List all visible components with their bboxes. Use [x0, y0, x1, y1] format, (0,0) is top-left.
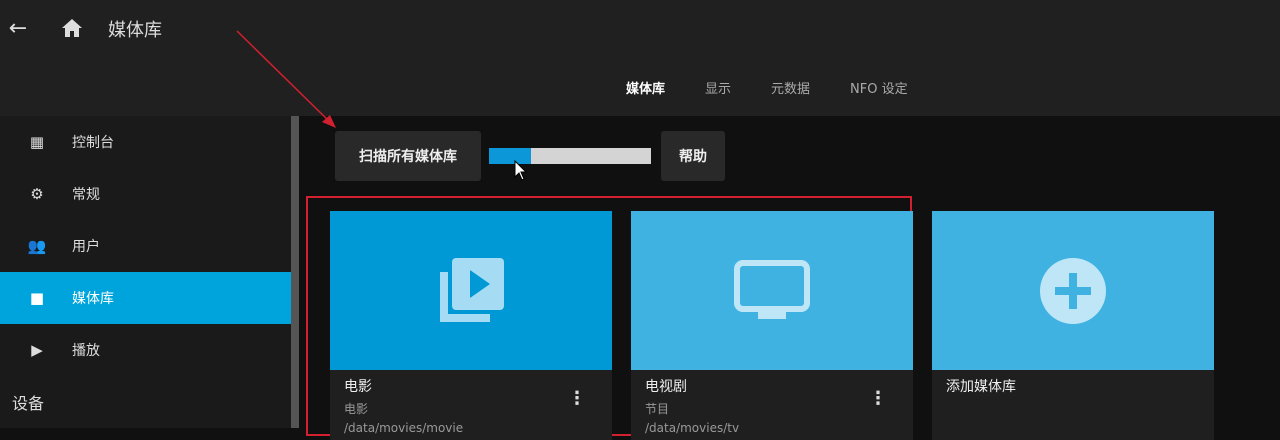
- add-library-label: 添加媒体库: [946, 379, 1016, 395]
- home-button[interactable]: [58, 14, 86, 42]
- tab-bar: 媒体库 显示 元数据 NFO 设定: [626, 78, 908, 97]
- sidebar-item-label: 常规: [72, 187, 100, 203]
- library-path: /data/movies/tv: [645, 421, 740, 435]
- sidebar-item-label: 控制台: [72, 135, 114, 151]
- more-vert-icon[interactable]: ⋮: [568, 390, 586, 408]
- library-card-body: 添加媒体库: [932, 370, 1214, 440]
- library-path: /data/movies/movie: [344, 421, 464, 435]
- tab-library[interactable]: 媒体库: [626, 78, 665, 97]
- sidebar-item-label: 播放: [72, 343, 100, 359]
- more-vert-icon[interactable]: ⋮: [869, 390, 887, 408]
- sidebar-item-label: 媒体库: [72, 291, 114, 307]
- library-card-body: 电影 电影 /data/movies/movie ⋮: [330, 370, 612, 440]
- sidebar-section-devices: 设备: [12, 394, 45, 413]
- sidebar-item-dashboard[interactable]: ▦ 控制台: [0, 116, 291, 168]
- library-card-image[interactable]: [631, 211, 913, 370]
- library-card-movies[interactable]: 电影 电影 /data/movies/movie ⋮: [330, 211, 612, 440]
- header: ← 媒体库 媒体库 显示 元数据 NFO 设定: [0, 0, 1280, 116]
- sidebar: ▦ 控制台 ⚙ 常规 👥 用户 ■ 媒体库 ▶ 播放 设备: [0, 116, 291, 428]
- tab-nfo[interactable]: NFO 设定: [850, 78, 908, 97]
- add-library-image[interactable]: [932, 211, 1214, 370]
- gear-icon: ⚙: [30, 185, 44, 203]
- sidebar-item-playback[interactable]: ▶ 播放: [0, 324, 291, 376]
- sidebar-scrollbar[interactable]: [291, 116, 299, 428]
- back-button[interactable]: ←: [4, 14, 32, 42]
- home-icon: [62, 19, 82, 37]
- tab-metadata[interactable]: 元数据: [771, 78, 810, 97]
- users-icon: 👥: [27, 237, 47, 255]
- library-card-tv[interactable]: 电视剧 节目 /data/movies/tv ⋮: [631, 211, 913, 440]
- sidebar-item-library[interactable]: ■ 媒体库: [0, 272, 291, 324]
- mouse-cursor-icon: [514, 160, 528, 181]
- page-title: 媒体库: [108, 20, 162, 41]
- dashboard-icon: ▦: [29, 133, 45, 151]
- add-library-card[interactable]: 添加媒体库: [932, 211, 1214, 440]
- library-type: 节目: [645, 402, 670, 416]
- video-library-icon: [440, 257, 504, 322]
- library-type: 电影: [344, 402, 369, 416]
- library-title: 电影: [344, 379, 372, 395]
- sidebar-item-label: 用户: [72, 239, 100, 255]
- sidebar-item-users[interactable]: 👥 用户: [0, 220, 291, 272]
- library-title: 电视剧: [645, 379, 687, 395]
- library-card-body: 电视剧 节目 /data/movies/tv ⋮: [631, 370, 913, 440]
- tab-display[interactable]: 显示: [705, 78, 731, 97]
- add-circle-icon: [1040, 257, 1106, 324]
- scan-all-libraries-button[interactable]: 扫描所有媒体库: [335, 131, 481, 181]
- sidebar-item-general[interactable]: ⚙ 常规: [0, 168, 291, 220]
- library-card-image[interactable]: [330, 211, 612, 370]
- tv-icon: [734, 259, 810, 319]
- play-icon: ▶: [31, 341, 43, 359]
- help-button[interactable]: 帮助: [661, 131, 725, 181]
- arrow-left-icon: ←: [8, 15, 28, 41]
- folder-icon: ■: [29, 289, 45, 307]
